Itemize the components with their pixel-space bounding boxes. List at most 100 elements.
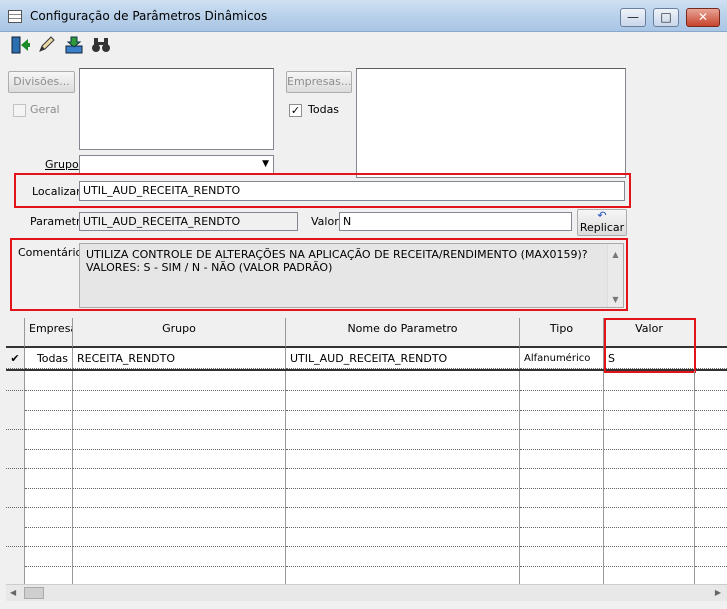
empty-cell[interactable] (286, 390, 520, 411)
empty-cell[interactable] (520, 507, 604, 528)
empty-cell[interactable] (520, 429, 604, 450)
cell-tipo[interactable]: Alfanumérico (520, 348, 604, 369)
horizontal-scrollbar[interactable]: ◀ ▶ (6, 584, 727, 601)
empty-cell[interactable] (520, 390, 604, 411)
empty-cell[interactable] (520, 371, 604, 391)
empty-cell[interactable] (286, 429, 520, 450)
empresas-button[interactable]: Empresas... (286, 71, 352, 93)
empty-cell[interactable] (520, 527, 604, 547)
empty-cell[interactable] (73, 527, 286, 547)
empty-cell[interactable] (25, 371, 73, 391)
empty-cell (6, 390, 25, 411)
empty-cell[interactable] (695, 547, 727, 567)
scroll-thumb[interactable] (24, 587, 44, 599)
empty-cell[interactable] (25, 507, 73, 528)
grupo-select[interactable]: ▼ (79, 155, 274, 174)
column-header-nome[interactable]: Nome do Parametro (286, 318, 520, 348)
localizar-input[interactable]: UTIL_AUD_RECEITA_RENDTO (79, 181, 625, 201)
empty-cell[interactable] (286, 449, 520, 469)
empty-cell[interactable] (73, 468, 286, 489)
empty-cell[interactable] (695, 469, 727, 489)
empty-cell[interactable] (25, 429, 73, 450)
maximize-button[interactable]: □ (653, 8, 679, 27)
empty-cell[interactable] (520, 566, 604, 586)
empty-cell[interactable] (604, 449, 695, 469)
empty-cell[interactable] (695, 508, 727, 528)
divisoes-list[interactable] (79, 68, 274, 150)
comentarios-scrollbar[interactable]: ▲ ▼ (607, 244, 623, 307)
search-button[interactable] (89, 35, 113, 57)
empty-cell[interactable] (286, 566, 520, 586)
empty-cell[interactable] (604, 566, 695, 586)
empty-cell[interactable] (520, 546, 604, 567)
empty-cell[interactable] (604, 527, 695, 547)
empty-cell[interactable] (604, 410, 695, 430)
geral-label: Geral (30, 103, 60, 116)
empty-cell[interactable] (604, 390, 695, 411)
empty-cell[interactable] (73, 546, 286, 567)
empty-cell[interactable] (604, 429, 695, 450)
empty-cell[interactable] (25, 546, 73, 567)
empty-cell[interactable] (73, 566, 286, 586)
empty-cell[interactable] (25, 566, 73, 586)
empty-cell[interactable] (286, 507, 520, 528)
close-button[interactable]: ✕ (686, 8, 720, 27)
empty-cell[interactable] (25, 488, 73, 508)
empty-cell[interactable] (286, 546, 520, 567)
todas-checkbox[interactable]: ✓ (289, 104, 302, 117)
empty-cell[interactable] (73, 488, 286, 508)
empty-cell[interactable] (73, 507, 286, 528)
empty-cell (6, 507, 25, 528)
empty-cell[interactable] (286, 371, 520, 391)
empresas-list[interactable] (356, 68, 626, 178)
empty-cell[interactable] (286, 527, 520, 547)
empty-cell[interactable] (604, 546, 695, 567)
comentarios-memo[interactable]: UTILIZA CONTROLE DE ALTERAÇÕES NA APLICA… (79, 243, 624, 308)
empty-cell[interactable] (73, 449, 286, 469)
empty-cell[interactable] (520, 410, 604, 430)
save-button[interactable] (62, 35, 86, 57)
empty-cell[interactable] (25, 410, 73, 430)
empty-cell[interactable] (73, 410, 286, 430)
empty-cell[interactable] (604, 488, 695, 508)
column-header-tipo[interactable]: Tipo (520, 318, 604, 348)
empty-cell[interactable] (73, 371, 286, 391)
edit-button[interactable] (35, 35, 59, 57)
empty-cell[interactable] (695, 430, 727, 450)
empty-cell[interactable] (695, 566, 727, 586)
empty-cell[interactable] (520, 449, 604, 469)
valor-input[interactable]: N (339, 212, 572, 231)
empty-cell[interactable] (520, 468, 604, 489)
exit-button[interactable] (8, 35, 32, 57)
empty-cell[interactable] (286, 488, 520, 508)
empty-cell[interactable] (73, 390, 286, 411)
cell-nome[interactable]: UTIL_AUD_RECEITA_RENDTO (286, 348, 520, 369)
empty-cell[interactable] (286, 468, 520, 489)
empty-cell[interactable] (25, 527, 73, 547)
empty-cell[interactable] (25, 390, 73, 411)
column-header-grupo[interactable]: Grupo (73, 318, 286, 348)
empty-cell[interactable] (25, 449, 73, 469)
empty-cell[interactable] (520, 488, 604, 508)
empty-cell[interactable] (604, 507, 695, 528)
empty-cell[interactable] (286, 410, 520, 430)
empty-cell[interactable] (604, 468, 695, 489)
empty-cell[interactable] (604, 371, 695, 391)
save-icon (65, 36, 83, 54)
empty-cell[interactable] (695, 488, 727, 508)
cell-empresa[interactable]: Todas (25, 348, 73, 369)
empty-cell[interactable] (73, 429, 286, 450)
empty-cell[interactable] (695, 449, 727, 469)
empty-cell[interactable] (695, 410, 727, 430)
cell-grupo[interactable]: RECEITA_RENDTO (73, 348, 286, 369)
empty-cell[interactable] (695, 371, 727, 391)
empty-cell[interactable] (25, 468, 73, 489)
divisoes-button[interactable]: Divisões... (8, 71, 75, 93)
column-header-empresa[interactable]: Empresa (25, 318, 73, 348)
parameters-grid[interactable]: Empresa Grupo Nome do Parametro Tipo Val… (6, 318, 727, 600)
minimize-button[interactable]: — (620, 8, 646, 27)
empty-cell[interactable] (695, 527, 727, 547)
empty-cell[interactable] (695, 391, 727, 411)
replicar-button[interactable]: ↶ Replicar (577, 209, 627, 236)
geral-checkbox[interactable] (13, 104, 26, 117)
